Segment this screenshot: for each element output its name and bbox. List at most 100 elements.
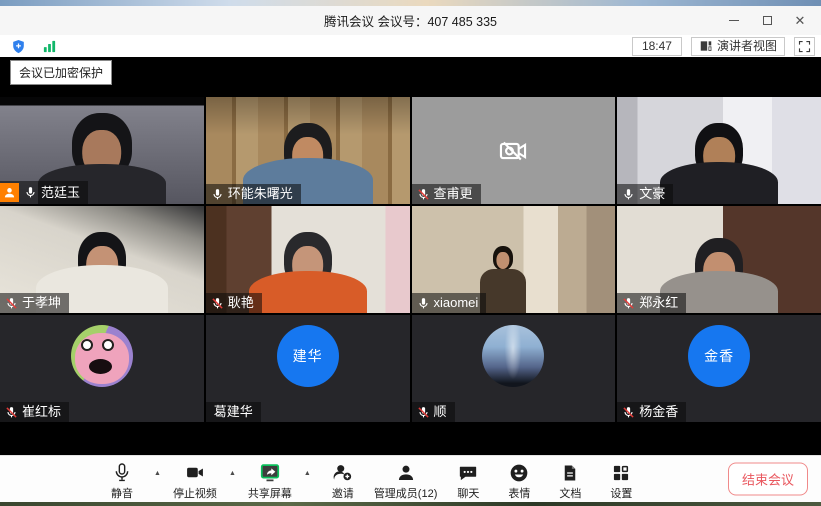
mic-on-icon: [417, 297, 430, 310]
manage-members-button[interactable]: 管理成员(12): [374, 462, 438, 501]
share-screen-label: 共享屏幕: [248, 485, 292, 501]
avatar-initials: 金香: [704, 346, 734, 366]
video-tile-fantingyu[interactable]: 范廷玉: [0, 97, 204, 204]
minimize-button[interactable]: [721, 10, 747, 32]
manage-members-label: 管理成员(12): [374, 485, 438, 501]
fullscreen-button[interactable]: [794, 37, 815, 56]
video-options-arrow[interactable]: ▲: [228, 462, 237, 477]
desktop-wallpaper-strip-bottom: [0, 502, 821, 506]
fullscreen-icon: [797, 39, 812, 54]
view-mode-label: 演讲者视图: [717, 39, 777, 54]
cartoon-pig-avatar: [71, 325, 133, 387]
participant-grid: 范廷玉 环能朱曙光 查甫更: [0, 97, 821, 422]
toolbar-buttons: 静音 ▲ 停止视频 ▲ 共享屏幕 ▲ 邀请 管理成员(12): [102, 462, 641, 501]
mic-muted-icon: [5, 406, 18, 419]
camera-off-icon: [496, 134, 530, 168]
chat-label: 聊天: [457, 485, 479, 501]
participant-name: 环能朱曙光: [228, 186, 293, 202]
mic-muted-icon: [417, 406, 430, 419]
meeting-window: 腾讯会议 会议号：407 485 335 ✕ 18:47 演讲者视图 会议已加密…: [0, 0, 821, 506]
layout-icon: [699, 39, 713, 53]
avatar-initials: 建华: [293, 346, 323, 366]
video-tile-yuxiaokun[interactable]: 于孝坤: [0, 206, 204, 313]
participant-label: 崔红标: [0, 402, 69, 422]
chat-button[interactable]: 聊天: [448, 462, 488, 501]
participant-label: 查甫更: [412, 184, 481, 204]
mic-on-icon: [24, 186, 37, 199]
video-area: 会议已加密保护 范廷玉 环能朱曙光: [0, 57, 821, 455]
network-signal-icon[interactable]: [39, 38, 60, 55]
settings-button[interactable]: 设置: [601, 462, 641, 501]
video-tile-shun[interactable]: 顺: [412, 315, 616, 422]
participant-name: 文豪: [639, 186, 665, 202]
mic-muted-icon: [417, 188, 430, 201]
participant-label: 环能朱曙光: [206, 184, 301, 204]
participant-label: 范廷玉: [0, 181, 88, 204]
participant-label: 文豪: [617, 184, 673, 204]
docs-button[interactable]: 文档: [550, 462, 590, 501]
mute-button[interactable]: 静音: [102, 462, 142, 501]
window-controls: ✕: [721, 6, 813, 35]
speaker-view-button[interactable]: 演讲者视图: [691, 37, 785, 56]
share-screen-button[interactable]: 共享屏幕: [248, 462, 292, 501]
mic-muted-icon: [5, 297, 18, 310]
video-tile-cuihongbiao[interactable]: 崔红标: [0, 315, 204, 422]
members-icon: [396, 462, 416, 483]
mic-on-icon: [622, 188, 635, 201]
mic-muted-icon: [622, 297, 635, 310]
video-tile-gejianhua[interactable]: 建华 葛建华: [206, 315, 410, 422]
initials-avatar: 金香: [688, 325, 750, 387]
invite-button[interactable]: 邀请: [323, 462, 363, 501]
stop-video-label: 停止视频: [173, 485, 217, 501]
toolbar-left: [8, 38, 60, 55]
meeting-toolbar: 18:47 演讲者视图: [0, 35, 821, 57]
emoji-smiley-icon: [509, 462, 529, 483]
video-tile-wenhao[interactable]: 文豪: [617, 97, 821, 204]
share-options-arrow[interactable]: ▲: [303, 462, 312, 477]
encryption-shield-icon[interactable]: [8, 38, 29, 55]
emoji-button[interactable]: 表情: [499, 462, 539, 501]
participant-name: 查甫更: [434, 186, 473, 202]
mute-options-arrow[interactable]: ▲: [153, 462, 162, 477]
night-sky-avatar: [482, 325, 544, 387]
encryption-tooltip: 会议已加密保护: [10, 60, 112, 85]
video-tile-zhengyonghong[interactable]: 郑永红: [617, 206, 821, 313]
participant-label: 杨金香: [617, 402, 686, 422]
video-tile-yangjinxiang[interactable]: 金香 杨金香: [617, 315, 821, 422]
bottom-toolbar: 静音 ▲ 停止视频 ▲ 共享屏幕 ▲ 邀请 管理成员(12): [0, 455, 821, 502]
chat-bubble-icon: [458, 462, 478, 483]
participant-name: 崔红标: [22, 404, 61, 420]
close-button[interactable]: ✕: [787, 10, 813, 32]
video-tile-xiaomei[interactable]: xiaomei: [412, 206, 616, 313]
participant-name: 范廷玉: [41, 185, 80, 201]
host-badge-icon: [0, 183, 19, 202]
meeting-timer: 18:47: [632, 37, 682, 56]
participant-name: 葛建华: [214, 404, 253, 420]
end-meeting-button[interactable]: 结束会议: [728, 463, 808, 496]
participant-name: xiaomei: [434, 295, 479, 311]
window-title: 腾讯会议 会议号：407 485 335: [324, 11, 497, 30]
settings-label: 设置: [610, 485, 632, 501]
mic-muted-icon: [211, 297, 224, 310]
participant-label: 顺: [412, 402, 455, 422]
participant-name: 顺: [434, 404, 447, 420]
video-camera-icon: [184, 462, 206, 483]
participant-label: 耿艳: [206, 293, 262, 313]
microphone-icon: [112, 462, 132, 483]
mute-label: 静音: [111, 485, 133, 501]
video-tile-zhafugeng[interactable]: 查甫更: [412, 97, 616, 204]
apps-grid-icon: [611, 462, 631, 483]
video-tile-gengyan[interactable]: 耿艳: [206, 206, 410, 313]
initials-avatar: 建华: [277, 325, 339, 387]
toolbar-right: 18:47 演讲者视图: [632, 37, 815, 56]
maximize-button[interactable]: [754, 10, 780, 32]
invite-person-icon: [332, 462, 353, 483]
participant-label: 葛建华: [206, 402, 261, 422]
mic-muted-icon: [622, 406, 635, 419]
title-bar: 腾讯会议 会议号：407 485 335 ✕: [0, 6, 821, 35]
participant-name: 于孝坤: [22, 295, 61, 311]
emoji-label: 表情: [508, 485, 530, 501]
docs-label: 文档: [559, 485, 581, 501]
stop-video-button[interactable]: 停止视频: [173, 462, 217, 501]
video-tile-zhushuguang[interactable]: 环能朱曙光: [206, 97, 410, 204]
